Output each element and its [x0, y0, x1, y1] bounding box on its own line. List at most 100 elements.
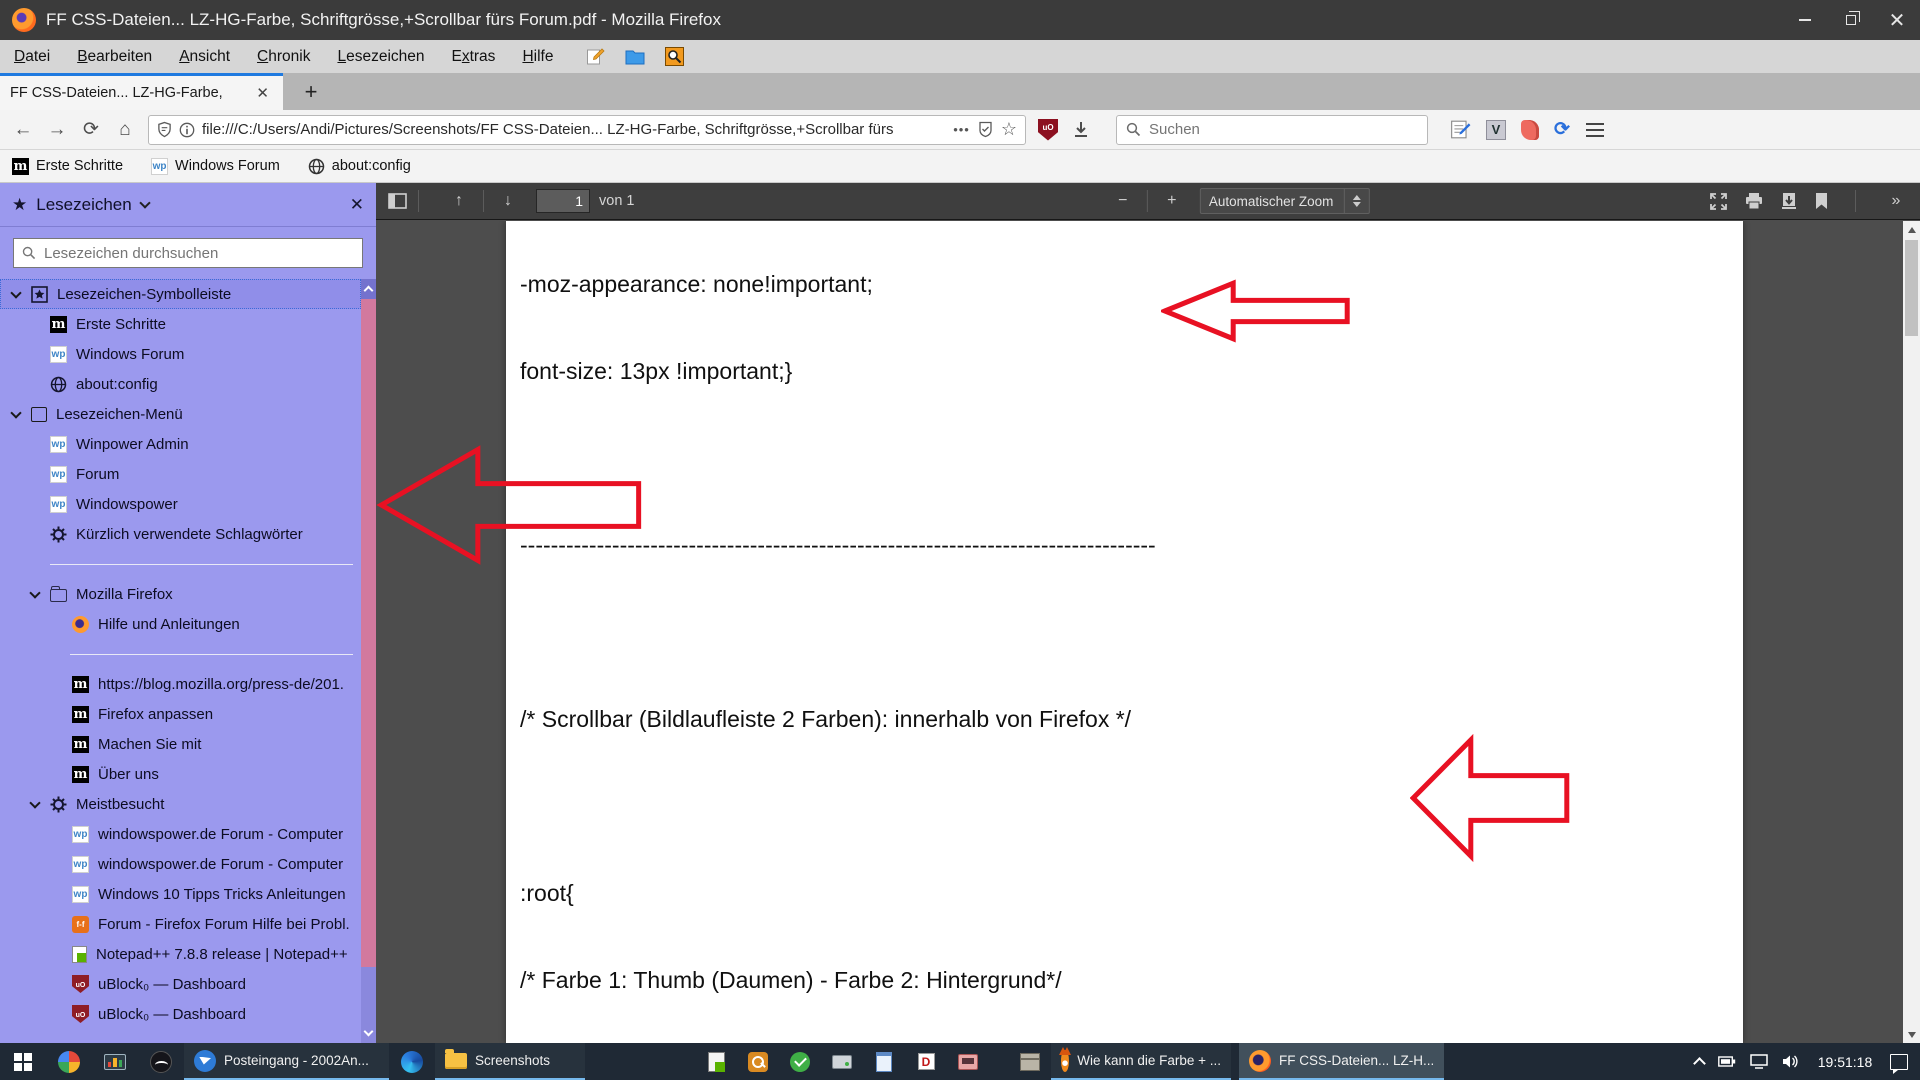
reload-button[interactable]: ⟳ [74, 114, 108, 146]
tree-item-schlagwoerter[interactable]: Kürzlich verwendete Schlagwörter [0, 519, 361, 549]
menu-lesezeichen[interactable]: Lesezeichen [337, 48, 424, 66]
page-down-button[interactable]: ↓ [494, 187, 522, 215]
taskbar-box-app[interactable] [1009, 1043, 1051, 1080]
info-icon[interactable] [179, 122, 195, 138]
restore-button[interactable] [1828, 0, 1874, 40]
bookmark-erste-schritte[interactable]: m Erste Schritte [12, 158, 123, 175]
taskbar-app-colorful[interactable] [46, 1043, 92, 1080]
task-firefox-window-1[interactable]: Wie kann die Farbe + ... [1051, 1043, 1231, 1080]
more-tools-button[interactable]: » [1882, 187, 1910, 215]
tree-item-lesezeichen-menu[interactable]: Lesezeichen-Menü [0, 399, 361, 429]
volume-icon[interactable] [1782, 1054, 1800, 1069]
tree-item-winpower-admin[interactable]: wpWinpower Admin [0, 429, 361, 459]
sidebar-close-icon[interactable]: ✕ [350, 195, 364, 215]
pdf-scrollbar-thumb[interactable] [1905, 240, 1918, 336]
page-up-button[interactable]: ↑ [445, 187, 473, 215]
menu-bearbeiten[interactable]: Bearbeiten [77, 48, 152, 66]
sidebar-scrollbar-thumb[interactable] [361, 299, 376, 967]
print-icon[interactable] [1744, 192, 1764, 210]
scroll-down-icon[interactable] [361, 1023, 376, 1043]
notes-extension-icon[interactable] [1450, 119, 1471, 140]
tree-item-machen-sie-mit[interactable]: mMachen Sie mit [0, 729, 361, 759]
taskbar-retro-pc-app[interactable] [947, 1043, 989, 1080]
taskbar-app-edge[interactable] [389, 1043, 435, 1080]
bookmark-star-icon[interactable]: ☆ [1001, 119, 1017, 140]
tree-item-lesezeichen-symbolleiste[interactable]: Lesezeichen-Symbolleiste [0, 279, 361, 309]
menu-hamburger-icon[interactable] [1586, 123, 1604, 137]
tab-active[interactable]: FF CSS-Dateien... LZ-HG-Farbe, ✕ [0, 73, 283, 110]
new-tab-button[interactable]: + [295, 77, 327, 107]
quick-search-icon[interactable] [665, 47, 684, 66]
taskbar-doc-app[interactable] [863, 1043, 905, 1080]
tree-item-erste-schritte[interactable]: mErste Schritte [0, 309, 361, 339]
sync-extension-icon[interactable]: ⟳ [1554, 118, 1570, 141]
url-bar[interactable]: file:///C:/Users/Andi/Pictures/Screensho… [148, 115, 1026, 145]
tree-item-about-config[interactable]: about:config [0, 369, 361, 399]
taskbar-d-app[interactable]: D [905, 1043, 947, 1080]
start-button[interactable] [0, 1043, 46, 1080]
v-extension-icon[interactable]: V [1486, 120, 1506, 140]
bookmark-windows-forum[interactable]: wp Windows Forum [151, 158, 280, 175]
tree-item-mozilla-firefox[interactable]: Mozilla Firefox [0, 579, 361, 609]
taskbar-notepad[interactable] [695, 1043, 737, 1080]
tree-item-windowspower-forum-1[interactable]: wpwindowspower.de Forum - Computer [0, 819, 361, 849]
tab-close-icon[interactable]: ✕ [252, 84, 273, 102]
task-thunderbird[interactable]: Posteingang - 2002An... [184, 1043, 389, 1080]
ublock-origin-icon[interactable]: uO [1038, 119, 1058, 141]
bookmark-about-config[interactable]: about:config [308, 158, 411, 175]
sidebar-search-input[interactable] [44, 245, 354, 262]
action-center-icon[interactable] [1890, 1054, 1908, 1070]
tree-item-windows10-tipps[interactable]: wpWindows 10 Tipps Tricks Anleitungen [0, 879, 361, 909]
sidebar-search-box[interactable] [13, 238, 363, 268]
sidebar-switcher-chevron-icon[interactable] [139, 197, 150, 208]
folder-blue-icon[interactable] [625, 48, 645, 65]
sidebar-scrollbar[interactable] [361, 279, 376, 1043]
pdf-scrollbar[interactable] [1903, 221, 1920, 1043]
pdf-download-icon[interactable] [1780, 192, 1798, 210]
battery-icon[interactable] [1718, 1055, 1736, 1068]
downloads-icon[interactable] [1072, 120, 1090, 139]
forward-button[interactable]: → [40, 114, 74, 146]
bookmark-ribbon-icon[interactable] [1814, 192, 1829, 210]
shield-check-icon[interactable] [977, 121, 994, 138]
presentation-mode-icon[interactable] [1709, 192, 1728, 211]
taskbar-check-app[interactable] [779, 1043, 821, 1080]
tree-item-windows-forum[interactable]: wpWindows Forum [0, 339, 361, 369]
zoom-in-button[interactable]: + [1158, 187, 1186, 215]
task-firefox-window-2[interactable]: FF CSS-Dateien... LZ-H... [1239, 1043, 1444, 1080]
page-number-input[interactable] [536, 189, 590, 213]
taskbar-drive-app[interactable] [821, 1043, 863, 1080]
tree-item-ublock-dashboard-2[interactable]: uOuBlock₀ — Dashboard [0, 999, 361, 1029]
tree-item-hilfe-anleitungen[interactable]: Hilfe und Anleitungen [0, 609, 361, 639]
menu-hilfe[interactable]: Hilfe [522, 48, 553, 66]
scroll-up-icon[interactable] [361, 279, 376, 299]
tree-item-firefox-forum-hilfe[interactable]: f-fForum - Firefox Forum Hilfe bei Probl… [0, 909, 361, 939]
menu-chronik[interactable]: Chronik [257, 48, 310, 66]
tree-item-meistbesucht[interactable]: Meistbesucht [0, 789, 361, 819]
menu-extras[interactable]: Extras [452, 48, 496, 66]
menu-ansicht[interactable]: Ansicht [179, 48, 230, 66]
minimize-button[interactable] [1782, 0, 1828, 40]
clock[interactable]: 19:51:18 [1814, 1054, 1876, 1070]
taskbar-keepass[interactable] [737, 1043, 779, 1080]
taskbar-app-dark-circle[interactable] [138, 1043, 184, 1080]
search-bar[interactable] [1116, 115, 1428, 145]
red-extension-icon[interactable] [1521, 120, 1539, 140]
permissions-shield-icon[interactable] [157, 121, 172, 138]
menu-datei[interactable]: Datei [14, 48, 50, 66]
tree-item-windowspower[interactable]: wpWindowspower [0, 489, 361, 519]
network-display-icon[interactable] [1750, 1054, 1768, 1069]
scroll-down-icon[interactable] [1903, 1026, 1920, 1043]
compose-note-icon[interactable] [586, 47, 605, 66]
zoom-out-button[interactable]: − [1109, 187, 1137, 215]
tree-item-windowspower-forum-2[interactable]: wpwindowspower.de Forum - Computer [0, 849, 361, 879]
pdf-sidebar-toggle-icon[interactable] [388, 192, 408, 210]
back-button[interactable]: ← [6, 114, 40, 146]
tree-item-blog-mozilla[interactable]: mhttps://blog.mozilla.org/press-de/201. [0, 669, 361, 699]
tree-item-ublock-dashboard-1[interactable]: uOuBlock₀ — Dashboard [0, 969, 361, 999]
page-actions-icon[interactable]: ••• [953, 122, 970, 137]
search-input[interactable] [1149, 121, 1418, 138]
tree-item-ueber-uns[interactable]: mÜber uns [0, 759, 361, 789]
home-button[interactable]: ⌂ [108, 114, 142, 146]
scroll-up-icon[interactable] [1903, 221, 1920, 238]
